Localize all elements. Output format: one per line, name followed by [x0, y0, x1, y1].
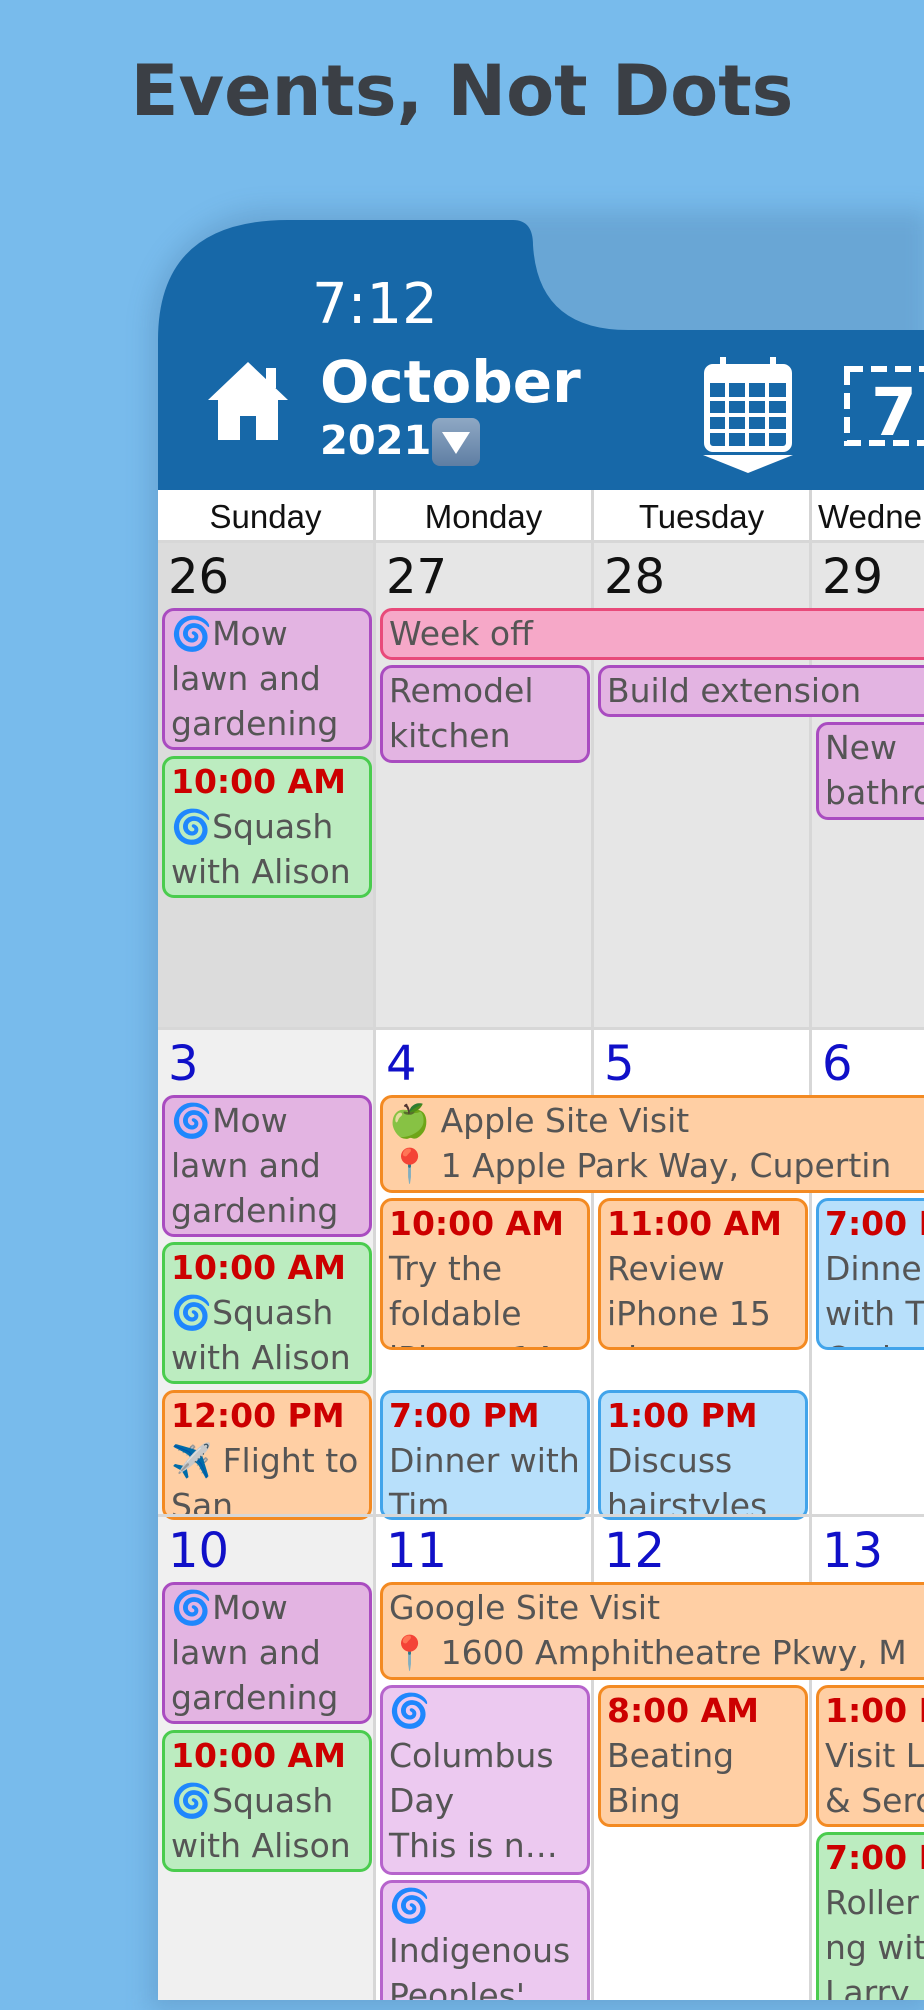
status-time: 7:12 [312, 272, 438, 337]
event-title: 🌀Mow lawn and gardening [171, 1588, 339, 1717]
event-title: Beating Bing [607, 1736, 745, 1820]
event-time: 7:00 I [825, 1204, 924, 1243]
event-columbus-day[interactable]: 🌀 Columbus Day This is n… [380, 1685, 590, 1875]
event-time: 7:00 I [825, 1838, 924, 1877]
event-squash[interactable]: 10:00 AM 🌀Squash with Alison [162, 1242, 372, 1384]
event-title: 🌀Squash with Alison [171, 1293, 351, 1377]
event-title: Dinner with Tim [389, 1441, 590, 1520]
day-number: 29 [822, 549, 884, 605]
event-time: 10:00 AM [171, 1248, 346, 1287]
event-indigenous-peoples-day[interactable]: 🌀 Indigenous Peoples' [380, 1880, 590, 2000]
event-week-off[interactable]: Week off [380, 608, 924, 660]
event-title: Build extension [607, 671, 862, 710]
event-build-extension[interactable]: Build extension [598, 665, 924, 717]
event-flight[interactable]: 12:00 PM ✈️ Flight to San [162, 1390, 372, 1520]
event-title: 🌀 Columbus Day This is n… [389, 1691, 558, 1865]
event-time: 8:00 AM [607, 1691, 759, 1730]
day-number: 12 [604, 1523, 666, 1579]
event-title: 🌀 Indigenous Peoples' [389, 1886, 571, 2000]
day-number: 5 [604, 1036, 635, 1092]
calendar-header: 7:12 October 2021 7 [158, 0, 924, 490]
event-title: Roller ng wit Larry [825, 1883, 924, 2000]
weekday-monday: Monday [376, 490, 594, 540]
home-icon[interactable] [206, 360, 290, 447]
event-mow-lawn[interactable]: 🌀Mow lawn and gardening [162, 608, 372, 750]
event-title: Discuss hairstyles [607, 1441, 768, 1520]
day-number: 27 [386, 549, 448, 605]
event-time: 10:00 AM [171, 1736, 346, 1775]
day-number: 13 [822, 1523, 884, 1579]
event-time: 11:00 AM [607, 1204, 782, 1243]
event-review-iphone[interactable]: 11:00 AM Review iPhone 15 plans [598, 1198, 808, 1350]
event-time: 12:00 PM [171, 1396, 345, 1435]
event-foldable-iphone[interactable]: 10:00 AM Try the foldable iPhone 14 [380, 1198, 590, 1350]
svg-text:7: 7 [871, 374, 917, 451]
event-visit[interactable]: 1:00 I Visit L & Sero [816, 1685, 924, 1827]
event-time: 10:00 AM [171, 762, 346, 801]
event-title: 🌀Mow lawn and gardening [171, 1101, 339, 1230]
event-title: Try the foldable iPhone 14 [389, 1249, 553, 1347]
event-time: 1:00 PM [607, 1396, 758, 1435]
day-view-icon[interactable]: 7 [843, 355, 924, 456]
day-number: 10 [168, 1523, 230, 1579]
month-view-icon[interactable] [703, 355, 799, 480]
event-title: 🌀Squash with Alison [171, 807, 351, 891]
event-title: Google Site Visit 📍 1600 Amphitheatre Pk… [389, 1588, 907, 1672]
day-number: 26 [168, 549, 230, 605]
event-beating-bing[interactable]: 8:00 AM Beating Bing [598, 1685, 808, 1827]
phone-screen: 7:12 October 2021 7 Sunday Monday Tuesda… [158, 0, 924, 2000]
weekday-wednesday: Wedne [812, 490, 924, 540]
month-title[interactable]: October [320, 348, 581, 416]
event-title: Dinne with T Craig [825, 1249, 924, 1347]
weekday-sunday: Sunday [158, 490, 376, 540]
month-grid: Sunday Monday Tuesday Wedne 26 27 28 29 … [158, 490, 924, 2000]
event-dinner[interactable]: 7:00 I Dinne with T Craig [816, 1198, 924, 1350]
event-title: Week off [389, 614, 533, 653]
event-title: 🌀Squash with Alison [171, 1781, 351, 1865]
event-time: 1:00 I [825, 1691, 924, 1730]
weekday-tuesday: Tuesday [594, 490, 812, 540]
event-google-site-visit[interactable]: Google Site Visit 📍 1600 Amphitheatre Pk… [380, 1582, 924, 1680]
day-number: 28 [604, 549, 666, 605]
day-number: 6 [822, 1036, 853, 1092]
event-title: ✈️ Flight to San [171, 1441, 369, 1520]
event-discuss-hairstyles[interactable]: 1:00 PM Discuss hairstyles [598, 1390, 808, 1520]
event-title: New bathro [825, 728, 924, 812]
year-dropdown-icon[interactable] [432, 418, 480, 466]
event-time: 10:00 AM [389, 1204, 564, 1243]
event-new-bathroom[interactable]: New bathro [816, 722, 924, 820]
event-squash[interactable]: 10:00 AM 🌀Squash with Alison [162, 756, 372, 898]
event-roller[interactable]: 7:00 I Roller ng wit Larry [816, 1832, 924, 2000]
year-label[interactable]: 2021 [320, 418, 431, 464]
event-title: Visit L & Sero [825, 1736, 924, 1820]
event-apple-site-visit[interactable]: 🍏 Apple Site Visit 📍 1 Apple Park Way, C… [380, 1095, 924, 1193]
event-dinner-tim[interactable]: 7:00 PM Dinner with Tim [380, 1390, 590, 1520]
event-title: 🍏 Apple Site Visit 📍 1 Apple Park Way, C… [389, 1101, 892, 1185]
event-squash[interactable]: 10:00 AM 🌀Squash with Alison [162, 1730, 372, 1872]
day-number: 11 [386, 1523, 448, 1579]
event-title: 🌀Mow lawn and gardening [171, 614, 339, 743]
event-time: 7:00 PM [389, 1396, 540, 1435]
day-number: 4 [386, 1036, 417, 1092]
day-number: 3 [168, 1036, 199, 1092]
event-title: Remodel kitchen [389, 671, 545, 755]
event-mow-lawn[interactable]: 🌀Mow lawn and gardening [162, 1582, 372, 1724]
event-mow-lawn[interactable]: 🌀Mow lawn and gardening [162, 1095, 372, 1237]
event-remodel-kitchen[interactable]: Remodel kitchen [380, 665, 590, 763]
event-title: Review iPhone 15 plans [607, 1249, 771, 1347]
